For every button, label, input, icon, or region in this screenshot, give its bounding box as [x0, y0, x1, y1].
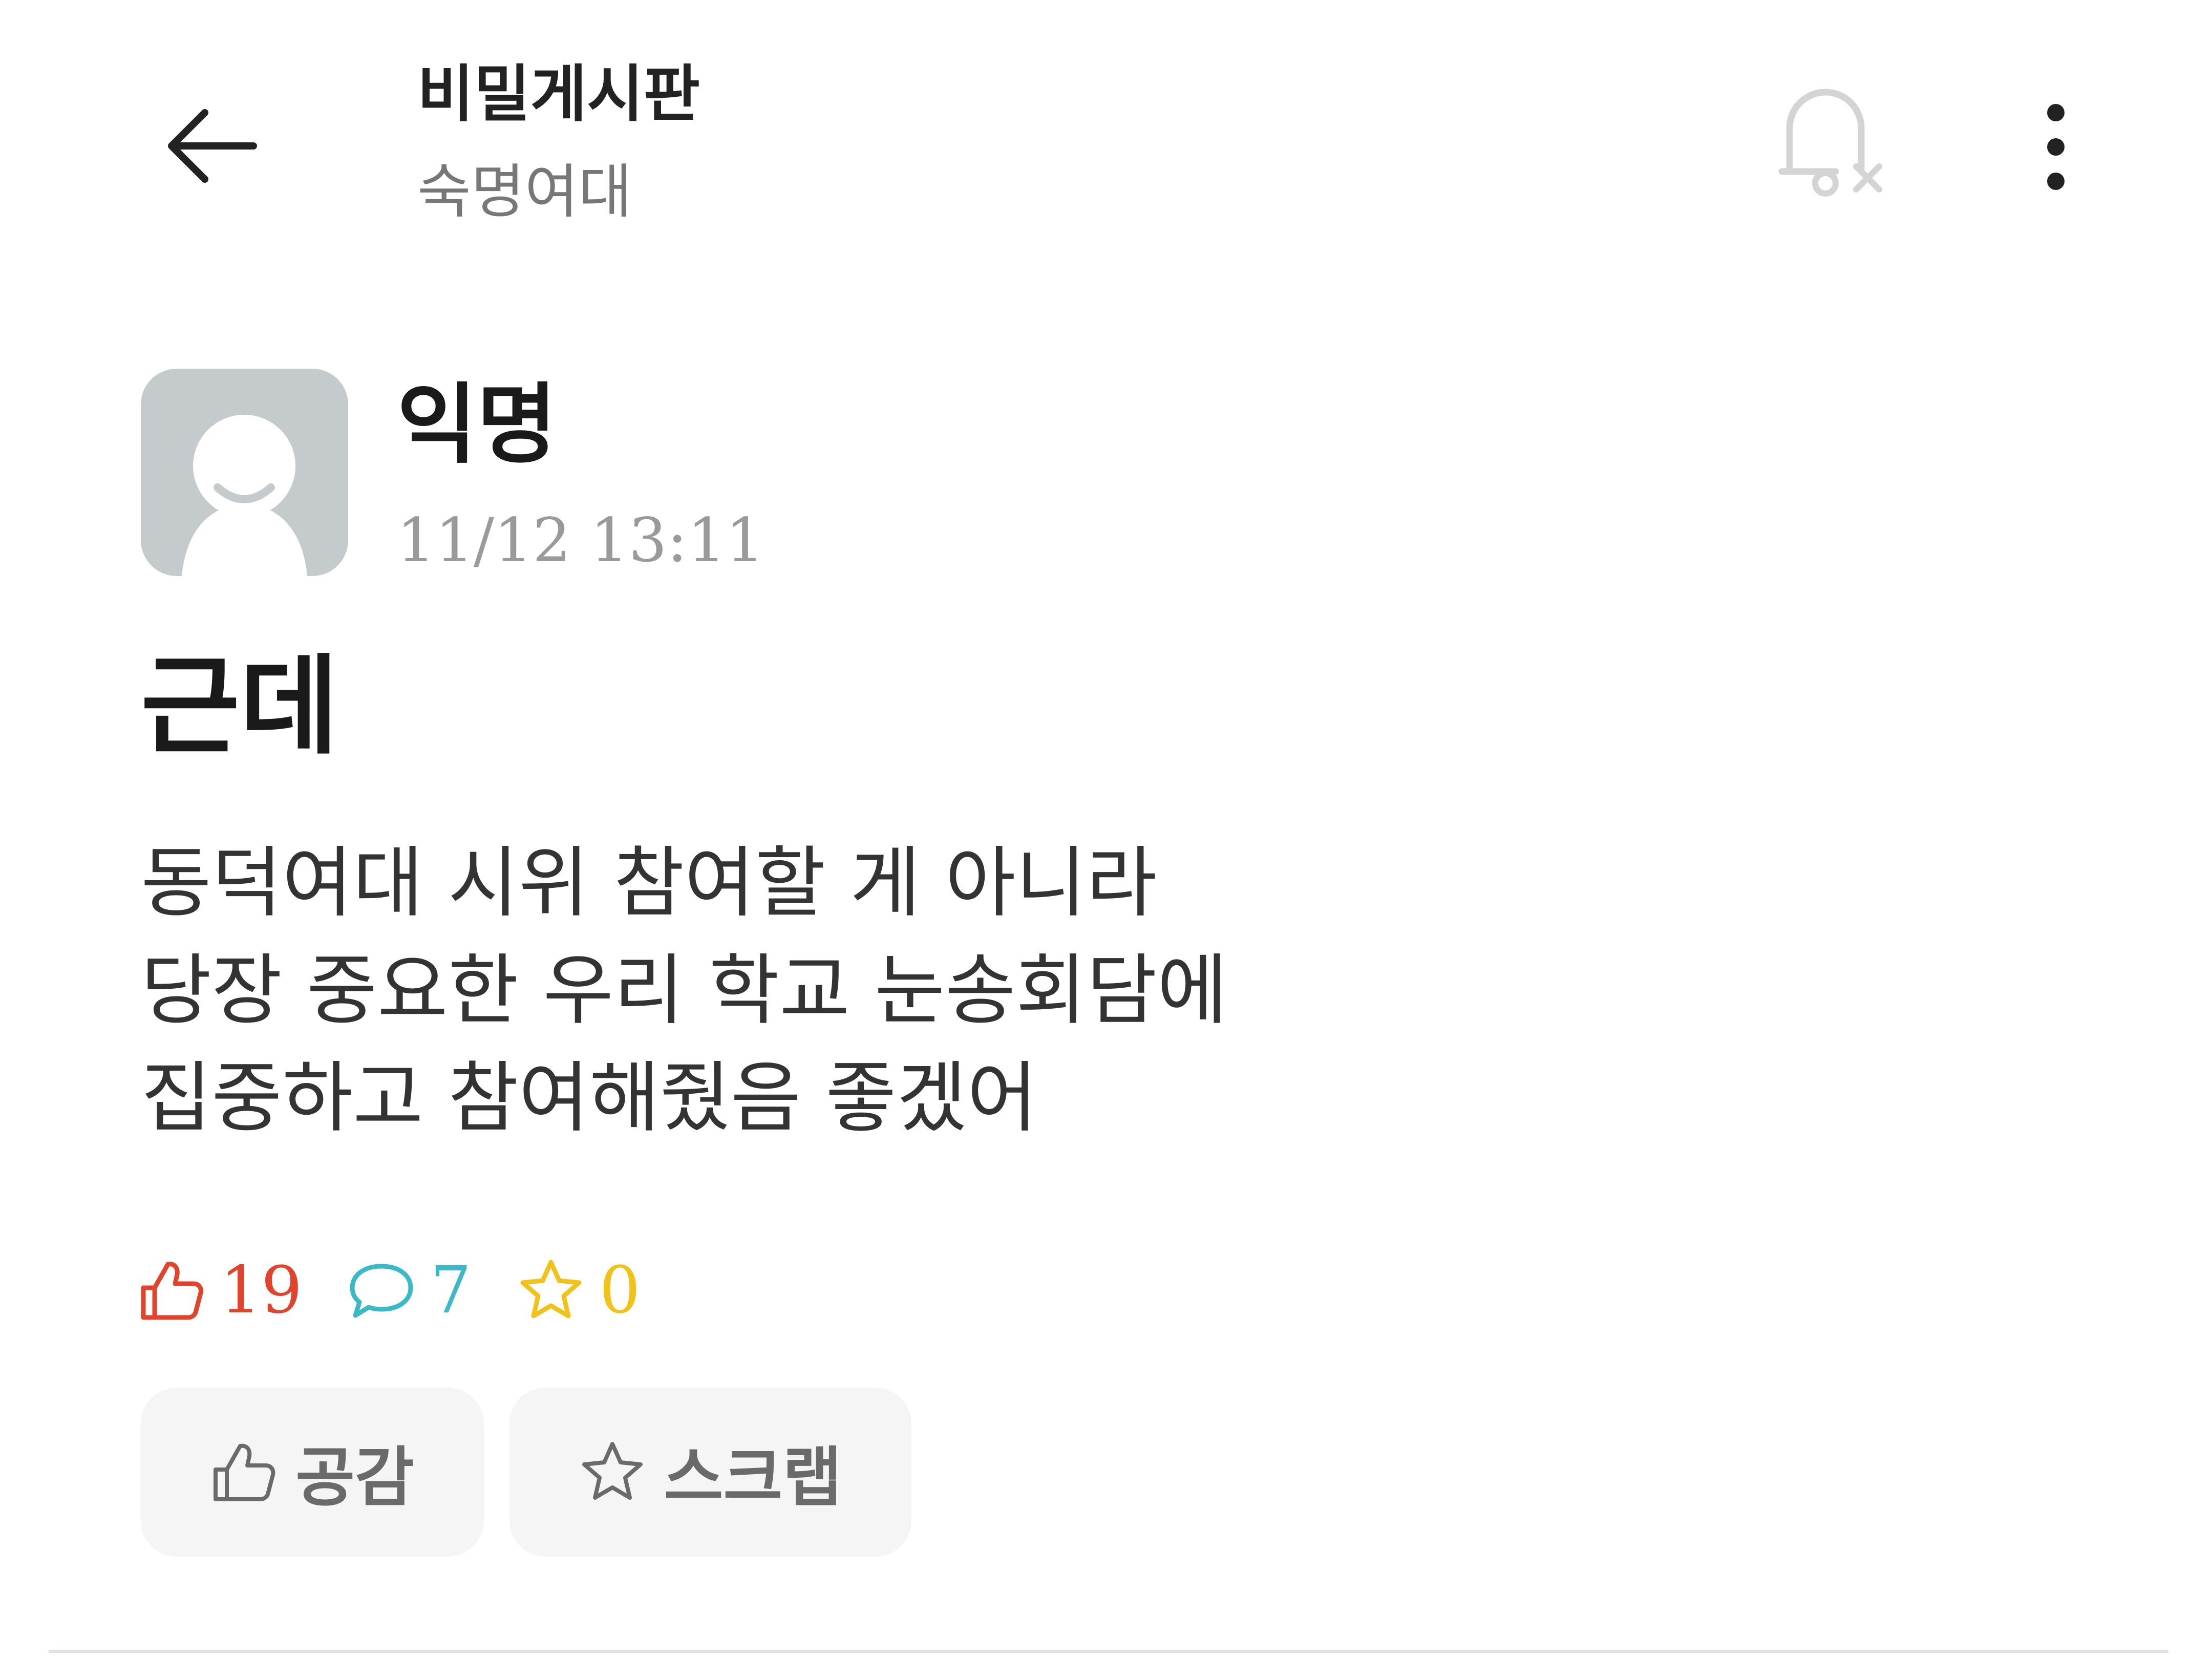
comment-count: 7 — [348, 1249, 472, 1331]
comment-bubble-icon — [350, 1264, 413, 1318]
comment-count-value: 7 — [430, 1252, 472, 1328]
thumbs-up-icon — [141, 1262, 203, 1320]
notification-toggle-button[interactable] — [1767, 77, 1900, 210]
post-body-line: 집중하고 참여해줬음 좋겠어 — [141, 1054, 1038, 1143]
post-body-line: 당장 중요한 우리 학교 눈송회담에 — [141, 946, 1228, 1035]
post-stats: 19 7 0 — [138, 1249, 687, 1331]
post-title: 근데 — [141, 644, 339, 769]
post-body-line: 동덕여대 시위 참여할 게 아니라 — [141, 839, 1157, 928]
thumbs-up-icon — [214, 1443, 275, 1501]
like-button[interactable]: 공감 — [141, 1388, 484, 1557]
more-vertical-icon — [2047, 104, 2065, 190]
like-count: 19 — [138, 1249, 302, 1331]
section-divider — [49, 1650, 2168, 1653]
default-profile-icon — [182, 415, 307, 576]
back-button[interactable] — [148, 97, 271, 195]
arrow-left-icon — [168, 109, 257, 183]
board-subtitle: 숙명여대 — [417, 158, 632, 226]
star-icon — [582, 1442, 643, 1500]
post-body: 동덕여대 시위 참여할 게 아니라 당장 중요한 우리 학교 눈송회담에 집중하… — [141, 830, 1677, 1152]
star-icon — [520, 1260, 582, 1318]
like-count-value: 19 — [220, 1252, 303, 1328]
scrap-count-value: 0 — [599, 1252, 641, 1328]
board-title: 비밀게시판 — [417, 59, 700, 130]
scrap-count: 0 — [518, 1249, 641, 1331]
more-options-button[interactable] — [2015, 87, 2097, 205]
like-button-label: 공감 — [295, 1440, 414, 1515]
post-timestamp: 11/12 13:11 — [397, 505, 764, 576]
avatar — [141, 369, 348, 576]
author-name: 익명 — [397, 374, 557, 476]
scrap-button[interactable]: 스크랩 — [509, 1388, 911, 1557]
bell-off-icon — [1778, 89, 1882, 197]
scrap-button-label: 스크랩 — [664, 1440, 842, 1515]
